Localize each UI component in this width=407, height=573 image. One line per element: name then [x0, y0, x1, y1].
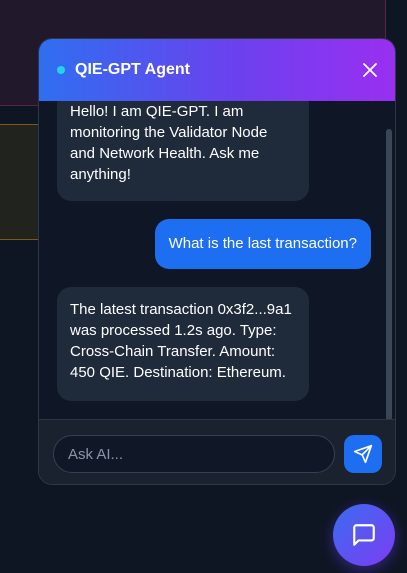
- close-icon: [363, 63, 377, 77]
- chat-header: QIE-GPT Agent: [39, 39, 395, 101]
- bot-message: Hello! I am QIE-GPT. I am monitoring the…: [57, 101, 309, 201]
- chat-input-area: [39, 419, 395, 484]
- chat-bubble-icon: [353, 524, 375, 546]
- chat-panel: QIE-GPT Agent Hello! I am QIE-GPT. I am …: [38, 38, 396, 485]
- send-button[interactable]: [344, 435, 382, 473]
- chat-title: QIE-GPT Agent: [75, 61, 190, 78]
- chat-input[interactable]: [53, 435, 335, 473]
- message-list[interactable]: Hello! I am QIE-GPT. I am monitoring the…: [39, 101, 395, 456]
- user-message: What is the last transaction?: [154, 219, 371, 269]
- bot-message: The latest transaction 0x3f2...9a1 was p…: [57, 287, 309, 401]
- send-icon: [353, 444, 373, 464]
- open-chat-button[interactable]: [333, 504, 395, 566]
- status-dot-icon: [57, 66, 65, 74]
- background-card-middle: [0, 124, 40, 240]
- scrollbar-thumb[interactable]: [386, 129, 392, 451]
- close-button[interactable]: [361, 61, 379, 79]
